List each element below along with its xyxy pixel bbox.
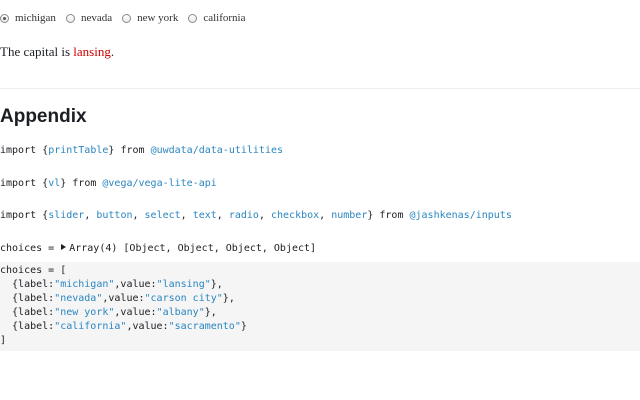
radio-button[interactable] <box>122 13 132 23</box>
code-line-item: {label:"california",value:"sacramento"} <box>0 321 247 332</box>
import-name-link[interactable]: radio <box>229 210 259 221</box>
import-source-link[interactable]: @uwdata/data-utilities <box>151 145 283 156</box>
code-line-item: {label:"new york",value:"albany"}, <box>0 307 217 318</box>
code-keyword: import <box>0 145 43 156</box>
capital-prefix: The capital is <box>0 44 74 59</box>
import-cell[interactable]: import {printTable} from @uwdata/data-ut… <box>0 145 283 156</box>
radio-option-nevada[interactable]: nevada <box>65 12 113 24</box>
string-literal: "nevada" <box>54 293 103 304</box>
code-keyword: from <box>373 210 410 221</box>
code-line-open: choices = [ <box>0 265 67 276</box>
capital-answer: lansing <box>73 44 111 59</box>
import-name-link[interactable]: vl <box>48 178 60 189</box>
string-literal: "new york" <box>54 307 115 318</box>
string-literal: "carson city" <box>144 293 223 304</box>
state-radio-group: michigan nevada new york california <box>0 12 256 24</box>
code-line-item: {label:"nevada",value:"carson city"}, <box>0 293 235 304</box>
code-keyword: import <box>0 210 43 221</box>
import-cell[interactable]: import {slider, button, select, text, ra… <box>0 210 512 221</box>
code-keyword: from <box>66 178 103 189</box>
string-literal: "sacramento" <box>168 321 241 332</box>
radio-option-michigan[interactable]: michigan <box>0 12 56 24</box>
string-literal: "michigan" <box>54 279 115 290</box>
radio-button[interactable] <box>188 13 198 23</box>
capital-sentence: The capital is lansing. <box>0 44 114 60</box>
import-name-link[interactable]: select <box>145 210 181 221</box>
radio-option-california[interactable]: california <box>188 12 246 24</box>
import-name-link[interactable]: checkbox <box>271 210 319 221</box>
import-name-link[interactable]: button <box>96 210 132 221</box>
import-cell[interactable]: import {vl} from @vega/vega-lite-api <box>0 178 217 189</box>
code-line-close: ] <box>0 335 7 346</box>
import-name-link[interactable]: text <box>193 210 217 221</box>
output-value[interactable]: Array(4) [Object, Object, Object, Object… <box>69 243 316 254</box>
radio-label: california <box>203 12 246 24</box>
string-literal: "albany" <box>156 307 205 318</box>
radio-label: new york <box>137 12 179 24</box>
choices-code-cell[interactable]: choices = [ {label:"michigan",value:"lan… <box>0 262 640 351</box>
import-name-link[interactable]: printTable <box>48 145 108 156</box>
import-source-link[interactable]: @jashkenas/inputs <box>410 210 512 221</box>
output-name: choices = <box>0 243 61 254</box>
radio-button-selected[interactable] <box>0 13 9 23</box>
code-keyword: import <box>0 178 43 189</box>
radio-label: michigan <box>15 12 56 24</box>
appendix-heading: Appendix <box>0 106 87 127</box>
string-literal: "california" <box>54 321 127 332</box>
section-divider <box>0 88 640 89</box>
code-line-item: {label:"michigan",value:"lansing"}, <box>0 279 223 290</box>
expand-caret-icon[interactable] <box>61 244 67 250</box>
code-keyword: from <box>114 145 151 156</box>
radio-option-new-york[interactable]: new york <box>122 12 178 24</box>
import-source-link[interactable]: @vega/vega-lite-api <box>102 178 216 189</box>
radio-button[interactable] <box>65 13 75 23</box>
import-name-link[interactable]: slider <box>48 210 84 221</box>
string-literal: "lansing" <box>156 279 211 290</box>
radio-label: nevada <box>80 12 113 24</box>
import-name-link[interactable]: number <box>331 210 367 221</box>
capital-suffix: . <box>110 44 115 59</box>
choices-output: choices = Array(4) [Object, Object, Obje… <box>0 243 316 254</box>
